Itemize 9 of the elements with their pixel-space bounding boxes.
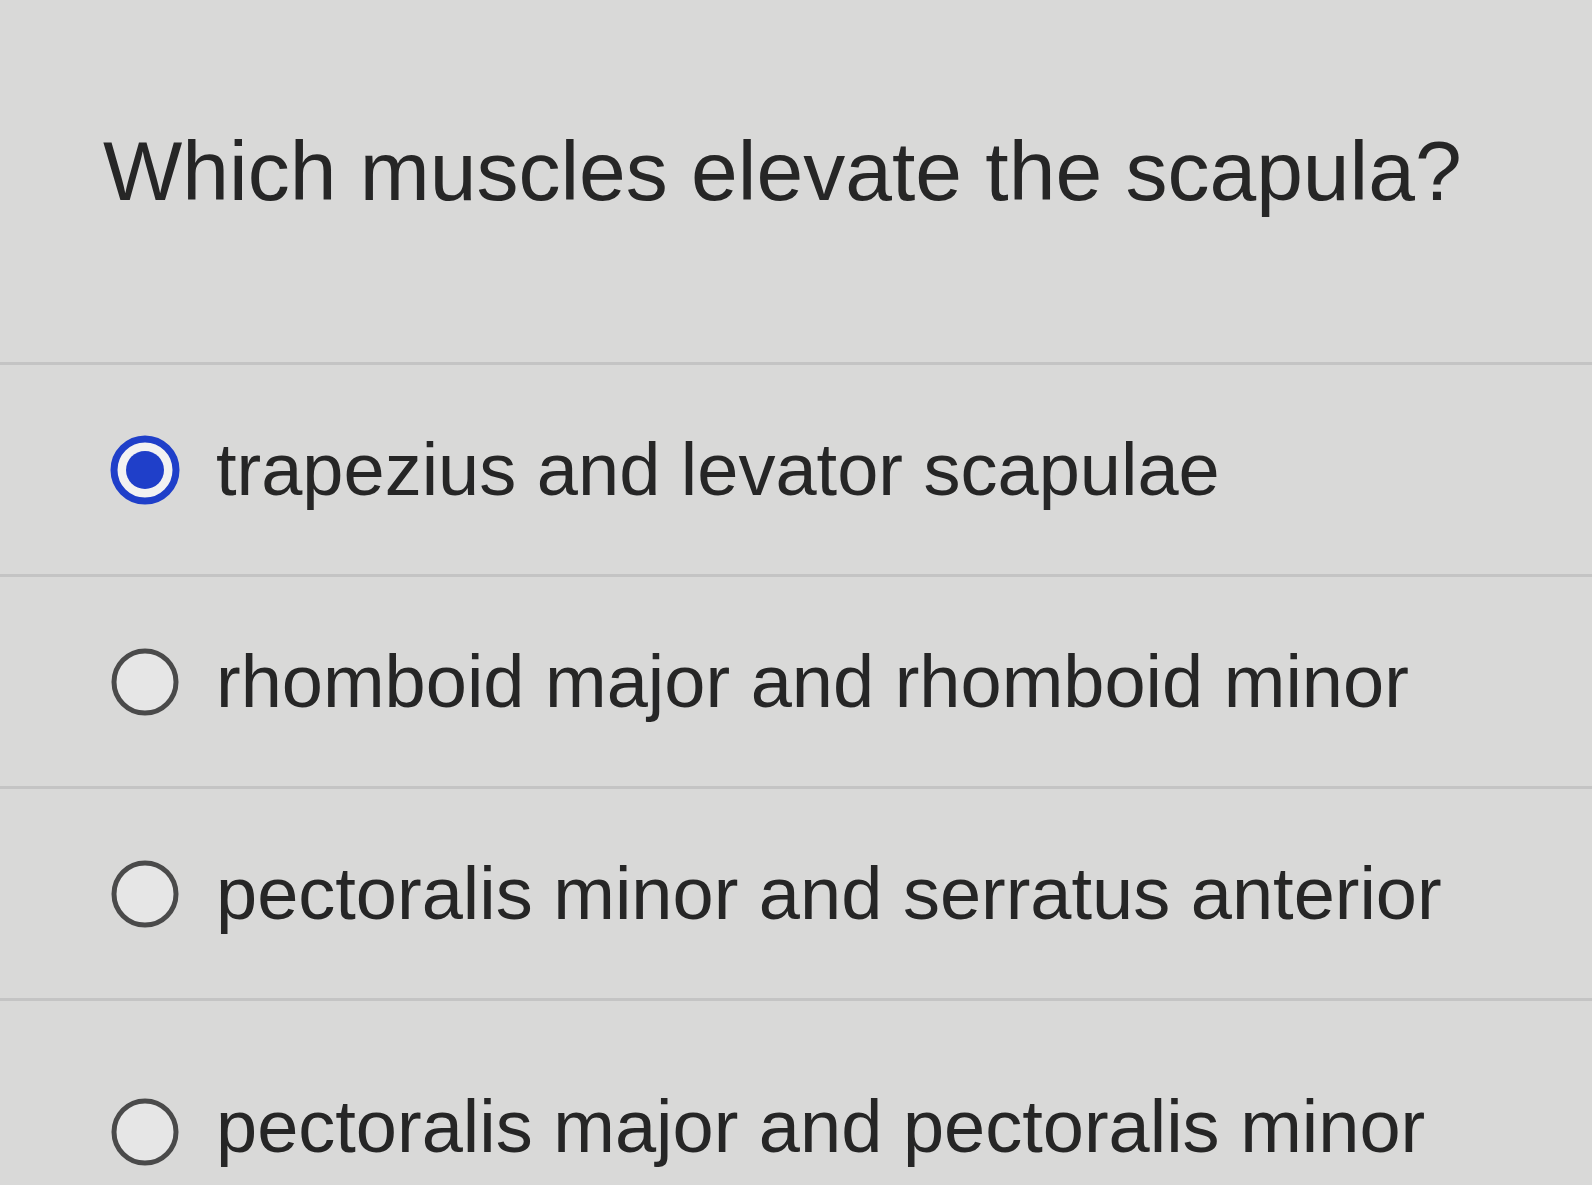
radio-button[interactable] bbox=[110, 858, 180, 929]
question-text: Which muscles elevate the scapula? bbox=[103, 125, 1462, 218]
radio-button[interactable] bbox=[110, 1097, 180, 1167]
option-label[interactable]: pectoralis minor and serratus anterior bbox=[216, 852, 1442, 935]
radio-button[interactable] bbox=[110, 434, 180, 505]
radio-button[interactable] bbox=[110, 646, 180, 717]
option-label[interactable]: pectoralis major and pectoralis minor bbox=[216, 1085, 1426, 1167]
option-label[interactable]: trapezius and levator scapulae bbox=[216, 428, 1220, 511]
option-label[interactable]: rhomboid major and rhomboid minor bbox=[216, 640, 1409, 723]
